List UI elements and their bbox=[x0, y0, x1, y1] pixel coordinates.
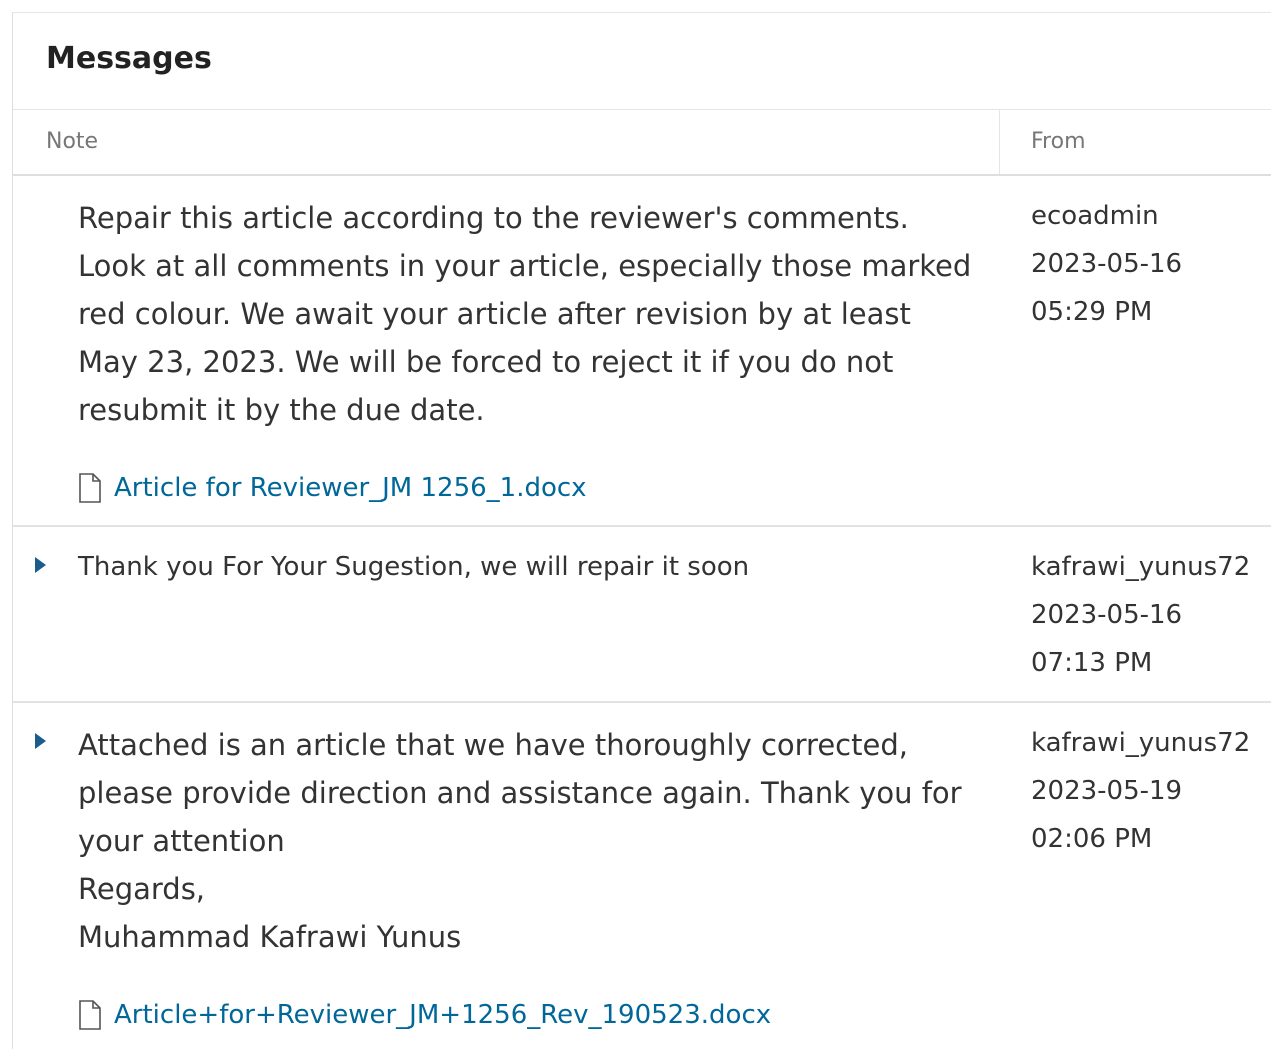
message-meta: kafrawi_yunus72 2023-05-19 02:06 PM bbox=[1031, 719, 1271, 863]
from-user: kafrawi_yunus72 bbox=[1031, 728, 1251, 758]
panel-title: Messages bbox=[46, 41, 212, 76]
message-time: 07:13 PM bbox=[1031, 648, 1153, 678]
attachment: Article for Reviewer_JM 1256_1.docx bbox=[78, 468, 587, 508]
expand-toggle-icon[interactable] bbox=[35, 557, 46, 573]
message-text: Repair this article according to the rev… bbox=[78, 201, 972, 427]
message-row[interactable]: Thank you For Your Sugestion, we will re… bbox=[13, 527, 1271, 701]
messages-panel: Messages Note From Repair this article a… bbox=[12, 12, 1271, 1049]
message-time: 02:06 PM bbox=[1031, 824, 1153, 854]
document-icon bbox=[79, 473, 101, 503]
column-header-from[interactable]: From bbox=[1031, 109, 1086, 174]
message-row: Repair this article according to the rev… bbox=[13, 176, 1271, 525]
message-time: 05:29 PM bbox=[1031, 297, 1153, 327]
message-text: Attached is an article that we have thor… bbox=[78, 728, 962, 954]
from-user: kafrawi_yunus72 bbox=[1031, 552, 1251, 582]
message-date: 2023-05-19 bbox=[1031, 776, 1183, 806]
attachment-link[interactable]: Article+for+Reviewer_JM+1256_Rev_190523.… bbox=[114, 1000, 771, 1030]
from-user: ecoadmin bbox=[1031, 201, 1159, 231]
message-date: 2023-05-16 bbox=[1031, 249, 1183, 279]
message-text: Thank you For Your Sugestion, we will re… bbox=[78, 552, 750, 582]
document-icon bbox=[79, 1000, 101, 1030]
message-row[interactable]: Attached is an article that we have thor… bbox=[13, 703, 1271, 1049]
attachment: Article+for+Reviewer_JM+1256_Rev_190523.… bbox=[78, 995, 771, 1035]
attachment-link[interactable]: Article for Reviewer_JM 1256_1.docx bbox=[114, 473, 587, 503]
expand-toggle-icon[interactable] bbox=[35, 733, 46, 749]
message-meta: ecoadmin 2023-05-16 05:29 PM bbox=[1031, 192, 1271, 336]
column-header-note[interactable]: Note bbox=[46, 109, 98, 174]
message-meta: kafrawi_yunus72 2023-05-16 07:13 PM bbox=[1031, 543, 1271, 687]
column-divider bbox=[999, 110, 1000, 174]
message-date: 2023-05-16 bbox=[1031, 600, 1183, 630]
